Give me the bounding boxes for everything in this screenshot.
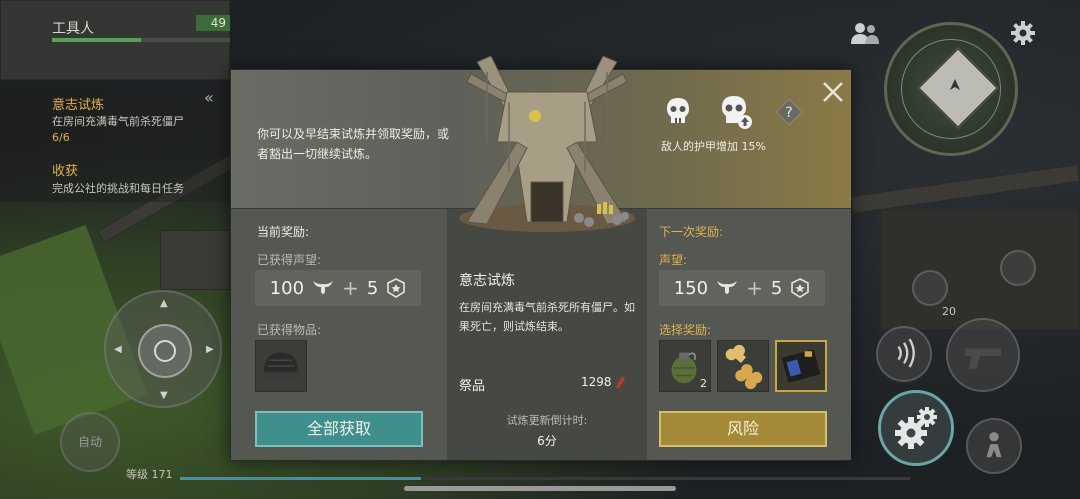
current-rep-label: 已获得声望: bbox=[257, 253, 322, 267]
joystick-up-arrow: ▲ bbox=[160, 298, 168, 309]
next-rep-label: 声望: bbox=[659, 253, 688, 267]
settings-icon[interactable] bbox=[1010, 20, 1036, 46]
current-shield-value: 5 bbox=[366, 277, 379, 299]
joystick-knob[interactable] bbox=[138, 324, 192, 378]
choice-slot-idcard[interactable] bbox=[775, 340, 827, 392]
item-slot-button[interactable] bbox=[912, 270, 948, 306]
offering-vial-icon bbox=[616, 376, 625, 389]
joystick-down-arrow: ▼ bbox=[160, 390, 168, 401]
helmet-icon bbox=[261, 352, 301, 380]
choice-slot-bone[interactable] bbox=[717, 340, 769, 392]
risk-button[interactable]: 风险 bbox=[659, 411, 827, 447]
player-level: 等级 171 bbox=[126, 468, 173, 481]
joystick-left-arrow: ◀ bbox=[114, 344, 122, 355]
skull-icon bbox=[667, 98, 689, 123]
wall-block bbox=[160, 230, 230, 290]
help-icon[interactable]: ? bbox=[775, 98, 803, 126]
quest-title[interactable]: 收获 bbox=[52, 160, 78, 179]
sound-button[interactable] bbox=[876, 326, 932, 382]
quest-progress: 6/6 bbox=[52, 131, 70, 144]
sound-icon bbox=[897, 338, 915, 368]
xp-value: 49 bbox=[196, 15, 230, 31]
wall-plank bbox=[849, 164, 1080, 214]
help-symbol: ? bbox=[785, 105, 792, 121]
horn-skull-icon bbox=[313, 281, 334, 294]
offering-label: 祭品 bbox=[459, 379, 486, 394]
floor-area bbox=[880, 210, 1080, 330]
movement-joystick[interactable]: ▲ ▼ ◀ ▶ bbox=[104, 290, 222, 408]
collect-all-button[interactable]: 全部获取 bbox=[255, 411, 423, 447]
trial-title: 意志试炼 bbox=[459, 273, 515, 289]
minimap[interactable] bbox=[884, 22, 1018, 156]
level-progress-bar bbox=[180, 477, 910, 480]
auto-button[interactable]: 自动 bbox=[60, 412, 120, 472]
current-rep-value: 100 bbox=[269, 277, 305, 299]
quest-title[interactable]: 意志试炼 bbox=[52, 94, 104, 113]
next-rep-value: 150 bbox=[673, 277, 709, 299]
collapse-quests-icon[interactable]: « bbox=[204, 88, 214, 107]
gun-icon bbox=[965, 348, 1001, 370]
current-reward-heading: 当前奖励: bbox=[257, 225, 310, 239]
quest-desc: 在房间充满毒气前杀死僵尸 bbox=[52, 115, 184, 128]
horn-skull-icon bbox=[717, 281, 738, 294]
choice-count: 2 bbox=[700, 377, 707, 390]
next-rep-box: 150 + 5 bbox=[659, 270, 825, 306]
quest-desc: 完成公社的挑战和每日任务 bbox=[52, 182, 184, 195]
trial-totem-illustration bbox=[459, 55, 635, 232]
current-rep-box: 100 + 5 bbox=[255, 270, 421, 306]
trial-description: 在房间充满毒气前杀死所有僵尸。如果死亡，则试炼结束。 bbox=[459, 301, 635, 333]
people-icon[interactable] bbox=[850, 20, 880, 46]
close-icon[interactable] bbox=[821, 80, 845, 104]
ammo-count: 20 bbox=[942, 305, 956, 318]
home-indicator[interactable] bbox=[404, 486, 676, 491]
bone-icon bbox=[725, 344, 763, 390]
choice-slot-grenade[interactable]: 2 bbox=[659, 340, 711, 392]
joystick-center bbox=[154, 340, 176, 362]
crouch-button[interactable] bbox=[966, 418, 1022, 474]
xp-bar bbox=[52, 38, 230, 42]
trial-modal: 你可以及早结束试炼并领取奖励，或者豁出一切继续试炼。 ? 敌人的护甲增加 15% bbox=[230, 55, 851, 461]
item-slot-button[interactable] bbox=[1000, 250, 1036, 286]
plus-sign: + bbox=[342, 276, 359, 300]
skull-armor-up-icon bbox=[722, 96, 752, 129]
risk-description: 敌人的护甲增加 15% bbox=[661, 140, 766, 153]
next-reward-heading: 下一次奖励: bbox=[659, 225, 724, 239]
level-progress-fill bbox=[180, 477, 421, 480]
modal-intro-text: 你可以及早结束试炼并领取奖励，或者豁出一切继续试炼。 bbox=[257, 127, 450, 161]
attack-button[interactable] bbox=[946, 318, 1020, 392]
offering-value: 1298 bbox=[581, 375, 612, 389]
reward-item-slot[interactable] bbox=[255, 340, 307, 392]
joystick-right-arrow: ▶ bbox=[206, 344, 214, 355]
xp-bar-fill bbox=[52, 38, 141, 42]
refresh-countdown-label: 试炼更新倒计时: bbox=[506, 414, 588, 427]
choose-reward-label: 选择奖励: bbox=[659, 323, 712, 337]
player-position-icon bbox=[950, 79, 960, 90]
next-shield-value: 5 bbox=[770, 277, 783, 299]
id-card-icon bbox=[782, 349, 820, 383]
player-name: 工具人 bbox=[52, 21, 94, 37]
interact-button[interactable] bbox=[878, 390, 954, 466]
current-items-label: 已获得物品: bbox=[257, 323, 322, 337]
gear-icon bbox=[895, 407, 937, 449]
refresh-countdown-value: 6分 bbox=[537, 434, 557, 448]
character-icon bbox=[986, 432, 1002, 458]
plus-sign: + bbox=[746, 276, 763, 300]
shield-badge-icon bbox=[387, 278, 406, 298]
shield-badge-icon bbox=[791, 278, 810, 298]
